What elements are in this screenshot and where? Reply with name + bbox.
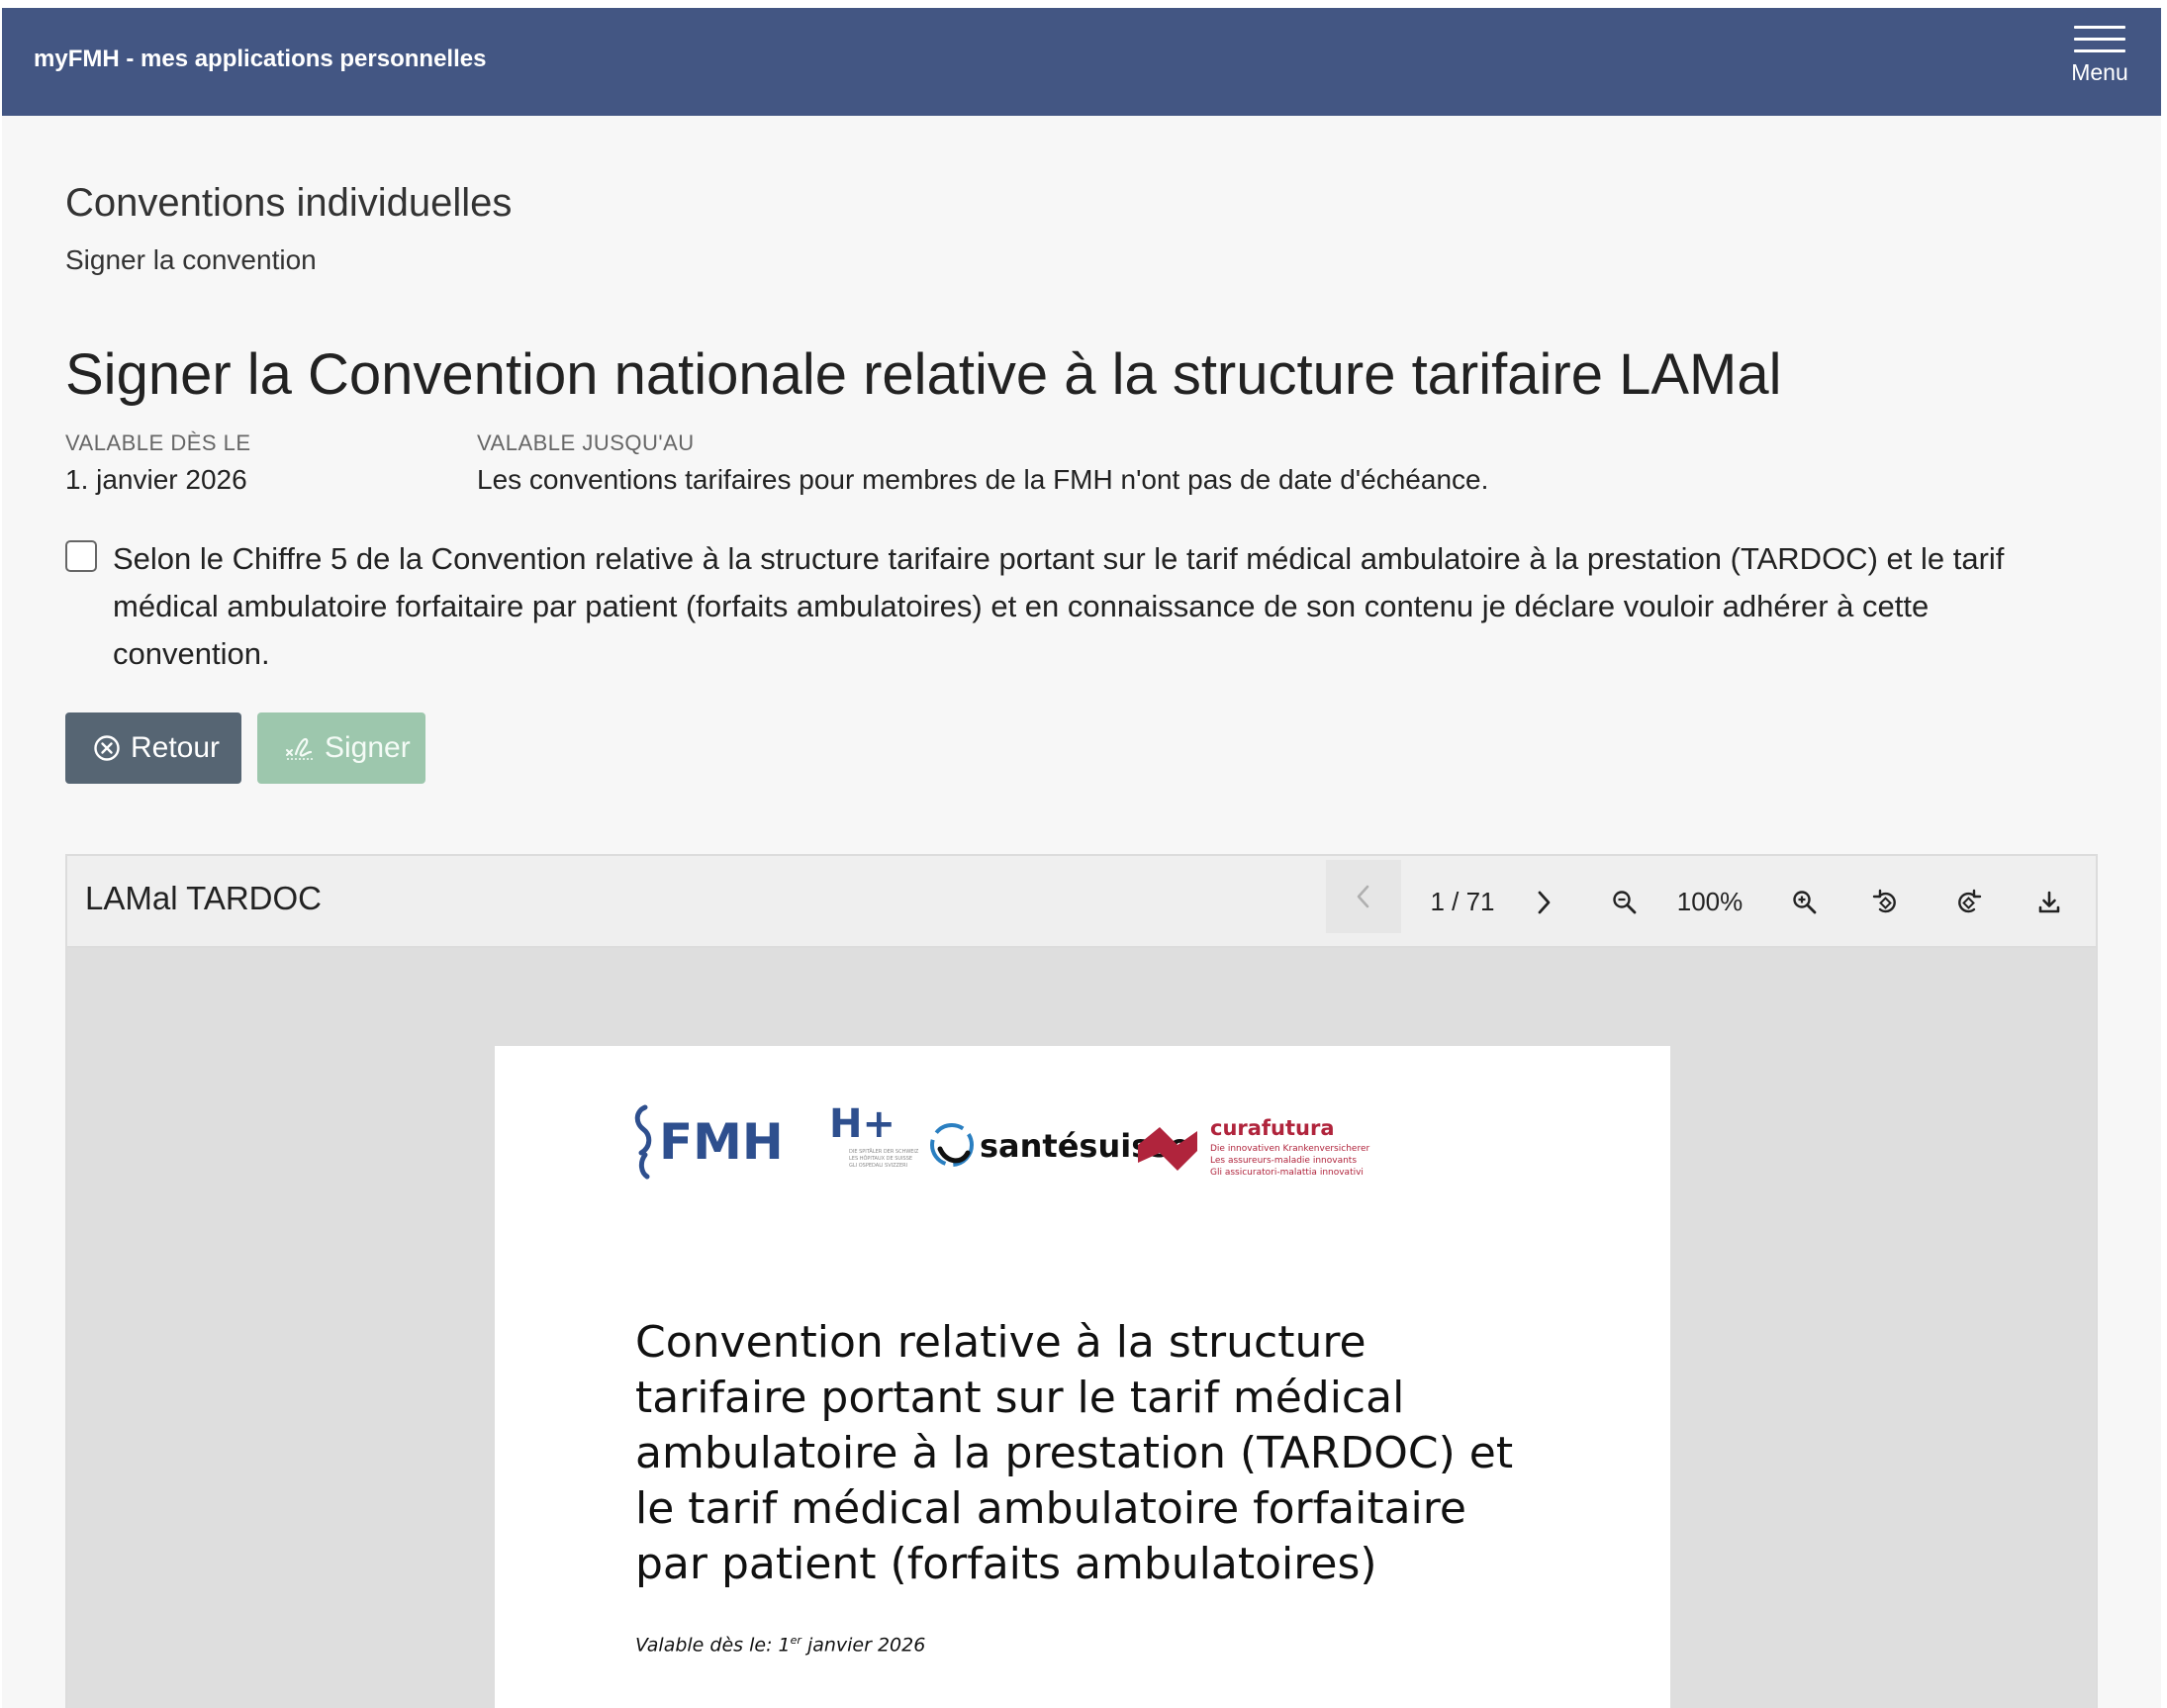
download-icon (2038, 891, 2060, 912)
menu-button[interactable]: Menu (2070, 26, 2129, 105)
pdf-toolbar: LAMal TARDOC 1 / 71 100% (67, 856, 2096, 948)
valid-from-value: 1. janvier 2026 (65, 464, 247, 495)
zoom-in-button[interactable] (1775, 856, 1835, 948)
close-circle-icon (93, 734, 121, 762)
next-page-button[interactable] (1514, 856, 1573, 948)
svg-text:Les assureurs-maladie innovant: Les assureurs-maladie innovants (1210, 1156, 1357, 1166)
chevron-right-icon (1538, 891, 1551, 913)
svg-text:curafutura: curafutura (1210, 1116, 1335, 1140)
page-title: Signer la Convention nationale relative … (65, 342, 1782, 407)
page-indicator: 1 / 71 (1430, 887, 1495, 916)
svg-text:LES HÔPITAUX DE SUISSE: LES HÔPITAUX DE SUISSE (849, 1155, 912, 1162)
pdf-page: FMH H+ DIE SPITÄLER DER SCHWEIZ LES HÔPI… (495, 1046, 1670, 1708)
sign-button[interactable]: Signer (257, 712, 425, 784)
chevron-left-icon (1357, 885, 1369, 908)
signature-icon (285, 734, 315, 762)
retour-label: Retour (131, 731, 221, 764)
consent-row: Selon le Chiffre 5 de la Convention rela… (65, 535, 2054, 678)
fmh-logo: FMH (634, 1104, 784, 1180)
section-subtitle: Signer la convention (65, 244, 317, 275)
date-prefix: Valable dès le: 1 (635, 1634, 791, 1657)
consent-checkbox[interactable] (65, 540, 97, 572)
svg-text:Die innovativen Krankenversich: Die innovativen Krankenversicherer (1210, 1144, 1369, 1154)
partner-logos: FMH H+ DIE SPITÄLER DER SCHWEIZ LES HÔPI… (634, 1101, 1369, 1180)
curafutura-logo: curafutura Die innovativen Krankenversic… (1138, 1116, 1369, 1178)
valid-from-label: VALABLE DÈS LE (65, 430, 251, 455)
hplus-logo: H+ DIE SPITÄLER DER SCHWEIZ LES HÔPITAUX… (829, 1101, 919, 1169)
pdf-title: LAMal TARDOC (85, 880, 322, 916)
top-navbar: myFMH - mes applications personnelles Me… (2, 8, 2161, 116)
svg-text:Gli assicuratori-malattia inno: Gli assicuratori-malattia innovativi (1210, 1168, 1364, 1178)
document-valid-date: Valable dès le: 1er janvier 2026 (635, 1634, 925, 1656)
rotate-left-button[interactable] (1856, 856, 1916, 948)
consent-text[interactable]: Selon le Chiffre 5 de la Convention rela… (113, 535, 2054, 678)
zoom-in-icon (1793, 890, 1817, 913)
rotate-left-icon (1872, 889, 1896, 912)
svg-text:DIE SPITÄLER DER SCHWEIZ: DIE SPITÄLER DER SCHWEIZ (849, 1148, 919, 1155)
svg-text:FMH: FMH (659, 1113, 784, 1171)
zoom-level: 100% (1676, 887, 1743, 916)
valid-until-label: VALABLE JUSQU'AU (477, 430, 695, 455)
previous-page-button[interactable] (1326, 860, 1401, 933)
date-sup: er (790, 1634, 801, 1647)
zoom-out-icon (1613, 890, 1637, 913)
rotate-right-button[interactable] (1938, 856, 1998, 948)
app-title[interactable]: myFMH - mes applications personnelles (34, 46, 486, 73)
rotate-right-icon (1958, 889, 1982, 912)
app-window: myFMH - mes applications personnelles Me… (2, 8, 2161, 1708)
pdf-viewer: LAMal TARDOC 1 / 71 100% FMH H+ DIE SPIT… (65, 854, 2098, 1708)
hamburger-icon (2074, 26, 2125, 52)
section-title: Conventions individuelles (65, 181, 513, 225)
download-button[interactable] (2020, 856, 2079, 948)
document-title: Convention relative à la structure tarif… (635, 1317, 1514, 1589)
valid-until-value: Les conventions tarifaires pour membres … (477, 464, 1489, 495)
menu-label: Menu (2071, 59, 2128, 85)
svg-text:GLI OSPEDALI SVIZZERI: GLI OSPEDALI SVIZZERI (849, 1163, 907, 1169)
retour-button[interactable]: Retour (65, 712, 241, 784)
date-suffix: janvier 2026 (801, 1634, 926, 1657)
svg-text:H+: H+ (829, 1101, 895, 1147)
zoom-out-button[interactable] (1595, 856, 1654, 948)
sign-label: Signer (325, 731, 411, 764)
